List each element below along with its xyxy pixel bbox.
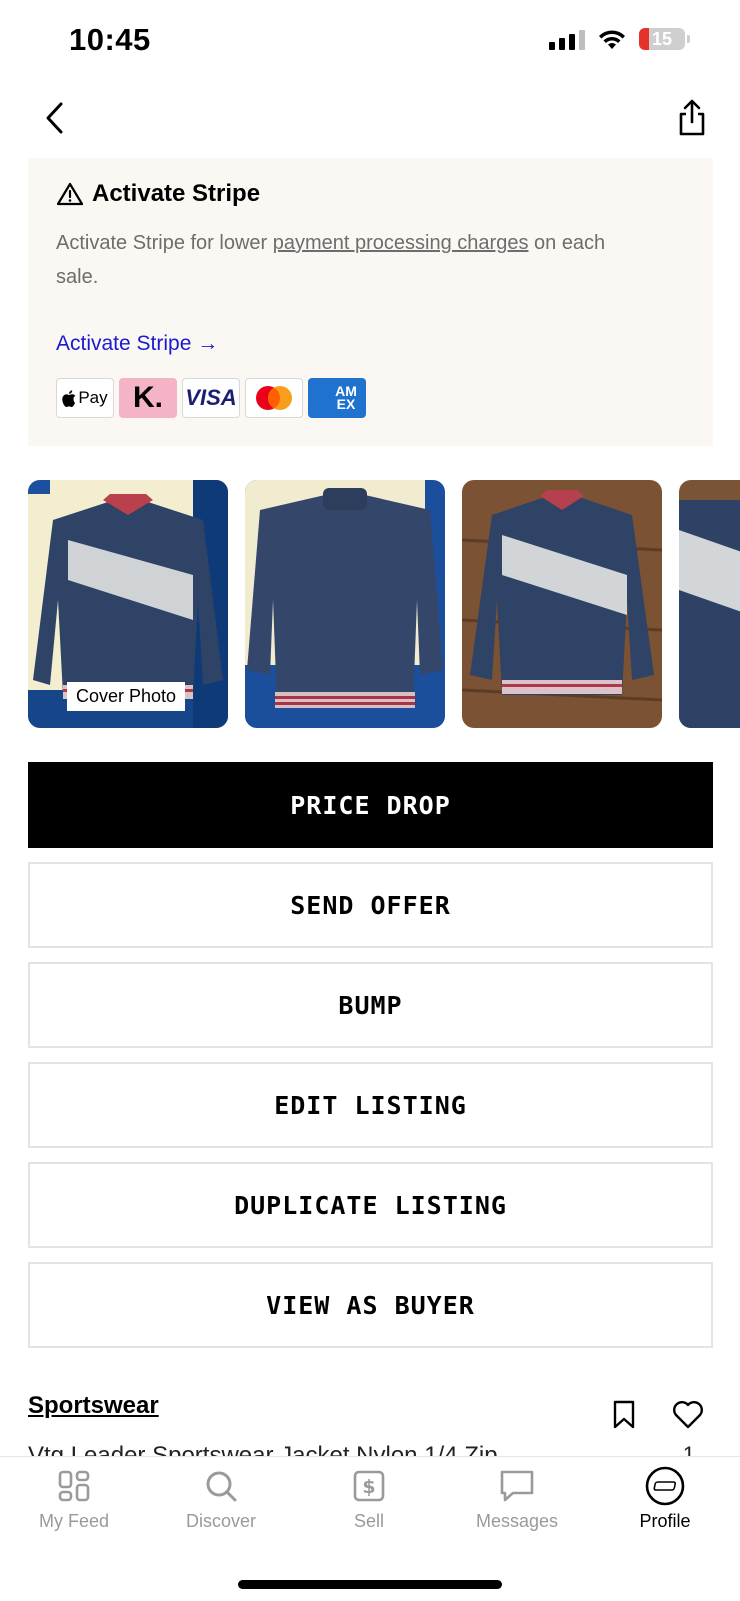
stripe-title-text: Activate Stripe: [92, 180, 261, 207]
tab-messages[interactable]: Messages: [457, 1469, 577, 1532]
tab-my-feed[interactable]: My Feed: [14, 1469, 134, 1532]
klarna-label: K.: [133, 381, 163, 414]
visa-label: VISA: [185, 385, 237, 410]
listing-photos-carousel[interactable]: Cover Photo: [28, 480, 740, 728]
brand-link[interactable]: Sportswear: [28, 1392, 159, 1420]
avatar-icon: [645, 1466, 685, 1506]
bump-button[interactable]: BUMP: [28, 962, 713, 1048]
wifi-icon: [599, 30, 625, 49]
cellular-signal-icon: [549, 28, 585, 50]
price-drop-button[interactable]: PRICE DROP: [28, 762, 713, 848]
tab-sell[interactable]: $ Sell: [309, 1469, 429, 1532]
heart-icon[interactable]: [672, 1400, 704, 1430]
status-bar: 10:45 15: [0, 0, 740, 84]
bookmark-icon[interactable]: [612, 1400, 636, 1430]
listing-title: Vtg Leader Sportswear Jacket Nylon 1/4 Z…: [28, 1442, 498, 1456]
edit-listing-button[interactable]: EDIT LISTING: [28, 1062, 713, 1148]
battery-icon: 15: [639, 28, 685, 50]
listing-quantity: 1: [682, 1442, 695, 1456]
stripe-description: Activate Stripe for lower payment proces…: [56, 226, 616, 294]
svg-text:$: $: [362, 1476, 375, 1498]
payment-processing-link[interactable]: payment processing charges: [273, 232, 529, 254]
feed-grid-icon: [58, 1470, 90, 1502]
status-icons: 15: [549, 28, 690, 50]
tab-discover[interactable]: Discover: [161, 1469, 281, 1532]
tab-profile[interactable]: Profile: [605, 1466, 725, 1532]
tab-label-discover: Discover: [185, 1511, 256, 1531]
search-icon: [206, 1471, 237, 1502]
mastercard-icon: [245, 378, 303, 418]
duplicate-listing-button[interactable]: DUPLICATE LISTING: [28, 1162, 713, 1248]
tab-label-messages: Messages: [475, 1511, 559, 1531]
chat-bubble-icon: [500, 1470, 534, 1502]
send-offer-button[interactable]: SEND OFFER: [28, 862, 713, 948]
payment-methods: Pay K. VISA AM EX: [56, 378, 366, 418]
cover-photo-badge: Cover Photo: [67, 682, 186, 711]
listing-photo-wood-floor[interactable]: [462, 480, 662, 728]
listing-photo-back[interactable]: [245, 480, 445, 728]
apple-pay-icon: Pay: [56, 378, 114, 418]
dollar-box-icon: $: [353, 1470, 385, 1502]
home-indicator[interactable]: [238, 1580, 502, 1589]
listing-photo-cover[interactable]: Cover Photo: [28, 480, 228, 728]
status-time: 10:45: [69, 22, 151, 57]
stripe-desc-prefix: Activate Stripe for lower: [56, 232, 273, 254]
activate-stripe-banner: Activate Stripe Activate Stripe for lowe…: [28, 158, 713, 446]
amex-icon: AM EX: [308, 378, 366, 418]
activate-stripe-link[interactable]: Activate Stripe →: [56, 332, 218, 356]
back-chevron-icon[interactable]: [38, 96, 78, 140]
visa-icon: VISA: [182, 378, 240, 418]
tab-label-my-feed: My Feed: [38, 1511, 110, 1531]
apple-pay-label: Pay: [78, 388, 108, 407]
tab-label-profile: Profile: [639, 1511, 691, 1531]
amex-label: AM EX: [335, 383, 357, 412]
battery-level: 15: [651, 28, 673, 49]
view-as-buyer-button[interactable]: VIEW AS BUYER: [28, 1262, 713, 1348]
share-icon[interactable]: [674, 98, 710, 138]
listing-title-row: Vtg Leader Sportswear Jacket Nylon 1/4 Z…: [28, 1440, 713, 1456]
klarna-icon: K.: [119, 378, 177, 418]
stripe-title: Activate Stripe: [56, 180, 260, 208]
tab-label-sell: Sell: [353, 1511, 384, 1531]
listing-photo-detail[interactable]: [679, 480, 740, 728]
warning-icon: [56, 182, 84, 206]
